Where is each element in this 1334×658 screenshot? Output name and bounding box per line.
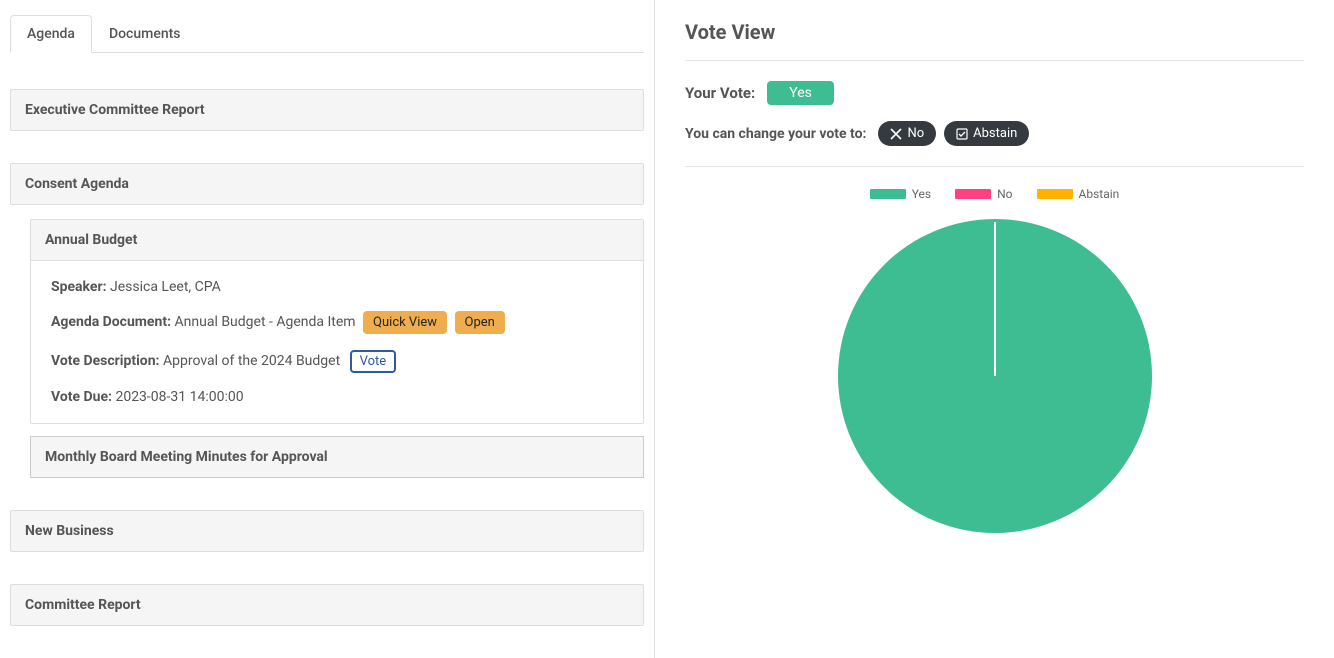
vote-view-title: Vote View [685,20,1304,44]
vote-due-value: 2023-08-31 14:00:00 [115,389,243,405]
vote-no-label: No [907,126,924,141]
x-icon [890,128,902,140]
check-square-icon [956,128,968,140]
agenda-panel: Agenda Documents Executive Committee Rep… [0,0,655,658]
legend-no-label: No [997,187,1012,201]
change-vote-row: You can change your vote to: No Abstain [685,121,1304,146]
vote-button[interactable]: Vote [350,350,397,373]
speaker-value: Jessica Leet, CPA [110,279,221,295]
pie-chart [838,219,1152,533]
quick-view-button[interactable]: Quick View [363,311,447,334]
speaker-row: Speaker: Jessica Leet, CPA [51,279,623,295]
section-new-business[interactable]: New Business [10,510,644,552]
pie-wrapper [685,219,1304,533]
legend-yes-label: Yes [912,187,931,201]
subsection-title[interactable]: Annual Budget [31,220,643,261]
your-vote-row: Your Vote: Yes [685,81,1304,105]
section-consent-agenda[interactable]: Consent Agenda [10,163,644,205]
tab-documents[interactable]: Documents [92,15,198,53]
legend-yes: Yes [870,187,931,201]
vote-panel: Vote View Your Vote: Yes You can change … [655,0,1334,658]
section-title: Committee Report [25,597,629,613]
subsection-minutes[interactable]: Monthly Board Meeting Minutes for Approv… [30,436,644,478]
vote-abstain-button[interactable]: Abstain [944,121,1029,146]
legend-abstain-label: Abstain [1079,187,1120,201]
subsection-body: Speaker: Jessica Leet, CPA Agenda Docume… [31,261,643,423]
section-title: New Business [25,523,629,539]
vote-abstain-label: Abstain [973,126,1017,141]
swatch-yes [870,189,906,199]
divider [685,166,1304,167]
section-committee-report[interactable]: Committee Report [10,584,644,626]
legend-abstain: Abstain [1037,187,1120,201]
vote-no-button[interactable]: No [878,121,936,146]
agenda-doc-label: Agenda Document: [51,314,171,330]
subsection-annual-budget: Annual Budget Speaker: Jessica Leet, CPA… [30,219,644,424]
tabs: Agenda Documents [10,15,644,53]
divider [685,60,1304,61]
vote-desc-value: Approval of the 2024 Budget [163,353,340,369]
legend-no: No [955,187,1012,201]
agenda-doc-row: Agenda Document: Annual Budget - Agenda … [51,311,623,334]
vote-desc-label: Vote Description: [51,353,160,369]
agenda-doc-value: Annual Budget - Agenda Item [175,314,356,330]
tab-agenda[interactable]: Agenda [10,15,92,53]
vote-desc-row: Vote Description: Approval of the 2024 B… [51,350,623,373]
your-vote-label: Your Vote: [685,84,755,102]
vote-due-label: Vote Due: [51,389,112,405]
vote-due-row: Vote Due: 2023-08-31 14:00:00 [51,389,623,405]
section-title: Executive Committee Report [25,102,629,118]
section-exec-report[interactable]: Executive Committee Report [10,89,644,131]
open-button[interactable]: Open [455,311,505,334]
vote-chart: Yes No Abstain [685,187,1304,533]
chart-legend: Yes No Abstain [685,187,1304,201]
speaker-label: Speaker: [51,279,107,295]
change-vote-label: You can change your vote to: [685,126,866,142]
swatch-abstain [1037,189,1073,199]
your-vote-badge: Yes [767,81,834,105]
section-title: Consent Agenda [25,176,629,192]
swatch-no [955,189,991,199]
